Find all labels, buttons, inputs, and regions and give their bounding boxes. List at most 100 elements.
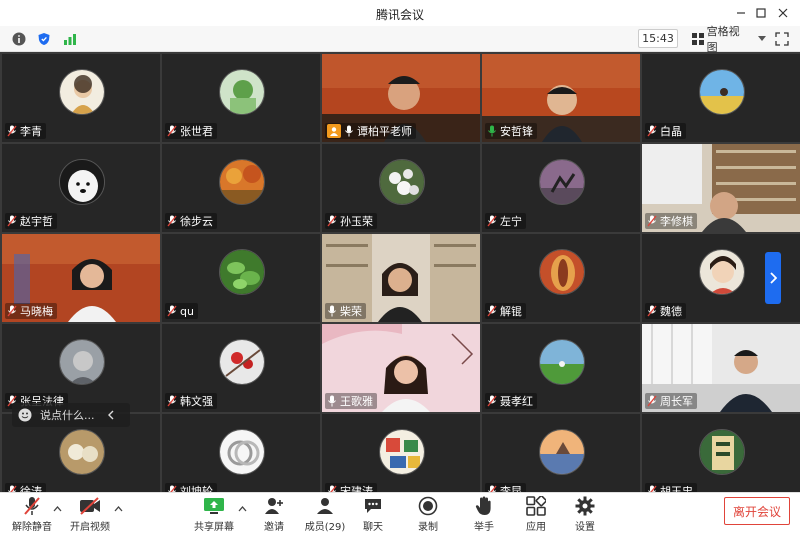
chevron-up-icon[interactable]: [53, 505, 63, 515]
participant-tile[interactable]: 李修棋: [642, 144, 800, 232]
apps-button[interactable]: 应用: [510, 495, 562, 533]
muted-mic-icon: [487, 305, 497, 317]
chevron-down-icon: [758, 35, 766, 41]
members-button[interactable]: 成员(29): [299, 495, 351, 533]
participant-tile[interactable]: 王歌雅: [322, 324, 480, 412]
shield-icon[interactable]: [36, 31, 52, 47]
participant-tile[interactable]: 周长军: [642, 324, 800, 412]
share-screen-button[interactable]: 共享屏幕: [188, 495, 240, 533]
nameplate: 李昆: [485, 483, 526, 492]
participant-tile[interactable]: 张呈法律: [2, 324, 160, 412]
avatar: [379, 429, 425, 475]
nameplate: 柴荣: [325, 303, 366, 319]
participant-tile[interactable]: 徐步云: [162, 144, 320, 232]
nameplate: 孙玉荣: [325, 213, 377, 229]
chat-placeholder[interactable]: 说点什么...: [40, 407, 95, 423]
avatar: [699, 249, 745, 295]
muted-mic-icon: [328, 485, 337, 492]
chevron-up-icon[interactable]: [238, 505, 248, 515]
participant-tile[interactable]: 谭柏平老师: [322, 54, 480, 142]
close-icon[interactable]: [774, 4, 792, 22]
leave-meeting-button[interactable]: 离开会议: [724, 497, 790, 525]
participant-name: 李青: [20, 125, 42, 138]
muted-mic-icon: [487, 215, 497, 227]
participant-tile[interactable]: 刘坤轮: [162, 414, 320, 492]
participant-name: 周长军: [660, 395, 693, 408]
raise-hand-label: 举手: [474, 522, 494, 533]
participant-tile[interactable]: 胡玉忠: [642, 414, 800, 492]
participant-tile[interactable]: qu: [162, 234, 320, 322]
chevron-left-icon[interactable]: [107, 410, 115, 420]
muted-mic-icon: [648, 485, 657, 492]
host-badge-icon: [327, 124, 341, 138]
participant-tile[interactable]: 安哲锋: [482, 54, 640, 142]
participant-tile[interactable]: 孙玉荣: [322, 144, 480, 232]
emoji-icon[interactable]: [18, 408, 32, 422]
muted-mic-icon: [167, 305, 177, 317]
nameplate: 刘坤轮: [165, 483, 217, 492]
muted-mic-icon: [647, 215, 657, 227]
view-mode-label: 宫格视图: [706, 24, 740, 54]
participant-name: 李修棋: [660, 215, 693, 228]
mic-icon: [345, 125, 353, 137]
avatar: [59, 159, 105, 205]
muted-mic-icon: [167, 125, 177, 137]
avatar: [219, 339, 265, 385]
invite-button[interactable]: 邀请: [248, 495, 300, 533]
nameplate: 赵宇哲: [5, 213, 57, 229]
nameplate: 左宁: [485, 213, 526, 229]
participant-name: 张世君: [180, 125, 213, 138]
muted-mic-icon: [647, 395, 657, 407]
participant-tile[interactable]: 李昆: [482, 414, 640, 492]
muted-mic-icon: [7, 125, 17, 137]
start-video-button[interactable]: 开启视频: [64, 495, 116, 533]
nameplate: 韩文强: [165, 393, 217, 409]
nameplate: 胡玉忠: [645, 483, 697, 492]
participant-name: 王歌雅: [340, 395, 373, 408]
participant-tile[interactable]: 韩文强: [162, 324, 320, 412]
chat-quick-input[interactable]: 说点什么...: [12, 403, 130, 427]
share-screen-label: 共享屏幕: [194, 522, 234, 533]
fullscreen-icon[interactable]: [775, 31, 789, 46]
muted-mic-icon: [488, 485, 497, 492]
participant-tile[interactable]: 张世君: [162, 54, 320, 142]
next-page-button[interactable]: [765, 252, 781, 304]
participant-name: 白晶: [660, 125, 682, 138]
nameplate: 徐涛: [5, 483, 46, 492]
avatar: [59, 339, 105, 385]
settings-button[interactable]: 设置: [559, 495, 611, 533]
avatar: [699, 429, 745, 475]
nameplate: 宋建涛: [325, 483, 377, 492]
apps-icon: [525, 495, 547, 517]
grid-view-icon: [692, 32, 704, 45]
participant-tile[interactable]: 宋建涛: [322, 414, 480, 492]
chat-label: 聊天: [363, 522, 383, 533]
avatar: [539, 429, 585, 475]
maximize-icon[interactable]: [752, 4, 770, 22]
participant-tile[interactable]: 聂孝红: [482, 324, 640, 412]
info-icon[interactable]: [11, 31, 27, 47]
muted-mic-icon: [327, 215, 337, 227]
participant-tile[interactable]: 左宁: [482, 144, 640, 232]
view-mode-button[interactable]: 宫格视图: [688, 25, 766, 54]
signal-icon[interactable]: [62, 31, 78, 47]
settings-label: 设置: [575, 522, 595, 533]
nameplate: 聂孝红: [485, 393, 537, 409]
participant-tile[interactable]: 李青: [2, 54, 160, 142]
participant-tile[interactable]: 解锟: [482, 234, 640, 322]
chevron-up-icon[interactable]: [114, 505, 124, 515]
unmute-button[interactable]: 解除静音: [6, 495, 58, 533]
raise-hand-button[interactable]: 举手: [458, 495, 510, 533]
participant-tile[interactable]: 赵宇哲: [2, 144, 160, 232]
participant-tile[interactable]: 柴荣: [322, 234, 480, 322]
record-icon: [417, 495, 439, 517]
participant-tile[interactable]: 白晶: [642, 54, 800, 142]
minimize-icon[interactable]: [732, 4, 750, 22]
chat-button[interactable]: 聊天: [347, 495, 399, 533]
nameplate: 谭柏平老师: [325, 123, 416, 139]
window-title: 腾讯会议: [375, 8, 424, 22]
participant-tile[interactable]: 马晓梅: [2, 234, 160, 322]
nameplate: 王歌雅: [325, 393, 377, 409]
members-label: 成员(29): [304, 522, 346, 533]
record-button[interactable]: 录制: [402, 495, 454, 533]
